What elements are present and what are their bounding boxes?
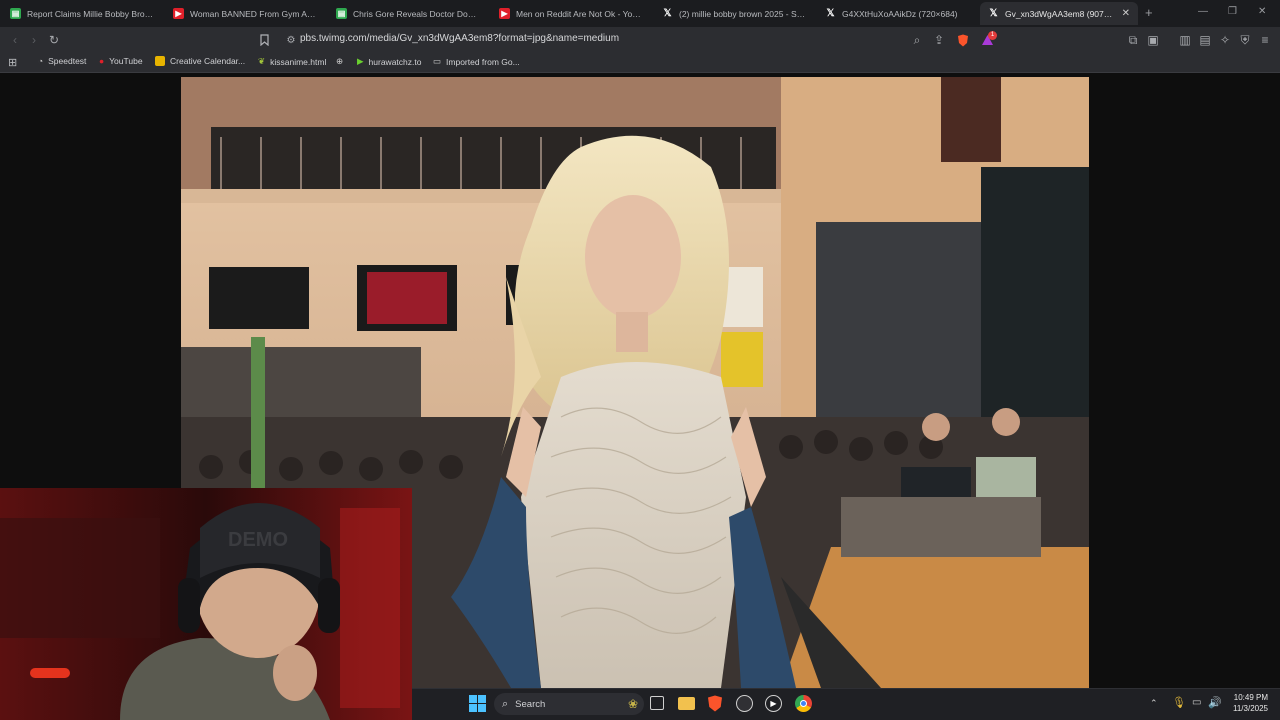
tab-report-claims[interactable]: ▤ Report Claims Millie Bobby Brown F [2, 2, 162, 25]
tab-label: Report Claims Millie Bobby Brown F [27, 8, 154, 19]
green-feed-icon: ▤ [336, 8, 347, 19]
close-window-button[interactable]: ✕ [1258, 6, 1266, 17]
bookmark-hurawatch[interactable]: ▶ hurawatchz.to [357, 56, 421, 67]
leaf-icon: ❦ [258, 56, 266, 66]
brave-shields-icon[interactable] [954, 31, 972, 49]
bookmark-speedtest[interactable]: ◔ Speedtest [38, 56, 86, 66]
close-tab-icon[interactable]: ✕ [1122, 8, 1130, 19]
share-icon[interactable]: ⇪ [930, 31, 948, 49]
maximize-button[interactable]: ❐ [1228, 6, 1237, 17]
zoom-icon[interactable]: ⌕ [908, 31, 926, 49]
x-icon: 𝕏 [989, 8, 998, 19]
sidebar-icon[interactable]: ▥ [1176, 31, 1194, 49]
reload-button[interactable]: ↻ [45, 31, 63, 49]
tab-label: Woman BANNED From Gym After C [190, 8, 317, 19]
rewards-badge: 1 [988, 31, 997, 40]
bookmark-creative-calendar[interactable]: Creative Calendar... [155, 56, 245, 66]
bookmark-youtube[interactable]: ● YouTube [99, 56, 143, 66]
back-button[interactable]: ‹ [6, 31, 24, 49]
tab-label: Men on Reddit Are Not Ok - YouTub [516, 8, 643, 19]
youtube-icon: ● [99, 56, 105, 66]
extensions-icon[interactable]: ⧉ [1124, 31, 1142, 49]
menu-icon[interactable]: ≡ [1256, 31, 1274, 49]
webcam-illustration: DEMO [0, 488, 412, 720]
hurawatch-icon: ▶ [357, 56, 364, 66]
x-icon: 𝕏 [663, 8, 672, 19]
wallet-card-icon[interactable]: ▤ [1196, 31, 1214, 49]
brave-browser-icon[interactable] [707, 695, 723, 717]
new-tab-button[interactable]: + [1145, 5, 1153, 20]
system-clock[interactable]: 10:49 PM 11/3/2025 [1226, 692, 1268, 714]
speedtest-icon: ◔ [38, 56, 44, 66]
bookmark-label: Imported from Go... [446, 56, 520, 67]
youtube-icon: ▶ [499, 8, 510, 19]
green-feed-icon: ▤ [10, 8, 21, 19]
cap-logo-text: DEMO [228, 529, 288, 551]
file-explorer-icon[interactable] [678, 697, 695, 710]
tab-label: (2) millie bobby brown 2025 - Search [679, 8, 806, 19]
tab-label: Gv_xn3dWgAA3em8 (907×907) [1005, 8, 1116, 19]
bookmark-label: Creative Calendar... [170, 56, 246, 66]
forward-button[interactable]: › [25, 31, 43, 49]
tab-strip: ▤ Report Claims Millie Bobby Brown F ▶ W… [0, 0, 1280, 27]
bookmark-imported[interactable]: ▭ Imported from Go... [433, 56, 520, 67]
tab-label: Chris Gore Reveals Doctor Doom De [353, 8, 480, 19]
browser-toolbar: ‹ › ↻ ⚙ pbs.twimg.com/media/Gv_xn3dWgAA3… [0, 27, 1280, 53]
tab-image-720[interactable]: 𝕏 G4XXtHuXoAAikDz (720×684) [817, 2, 977, 25]
task-view-icon[interactable] [650, 696, 664, 710]
webcam-overlay: DEMO [0, 488, 412, 720]
bookmark-globe[interactable]: ⊕ [336, 56, 348, 67]
x-icon: 𝕏 [826, 8, 835, 19]
bookmark-label: Speedtest [48, 56, 87, 66]
leo-ai-icon[interactable]: ✧ [1216, 31, 1234, 49]
volume-icon[interactable]: 🔊 [1208, 696, 1222, 709]
search-icon: ⌕ [502, 697, 509, 710]
wallet-icon[interactable]: ▣ [1144, 31, 1162, 49]
clock-time: 10:49 PM [1233, 693, 1268, 702]
tab-search-millie[interactable]: 𝕏 (2) millie bobby brown 2025 - Search [654, 2, 814, 25]
tab-men-on-reddit[interactable]: ▶ Men on Reddit Are Not Ok - YouTub [491, 2, 651, 25]
bookmark-label: YouTube [109, 56, 143, 66]
bookmark-kissanime[interactable]: ❦ kissanime.html [258, 56, 326, 67]
bookmarks-bar: ⊞ ◔ Speedtest ● YouTube Creative Calenda… [0, 53, 1280, 73]
network-icon[interactable]: ▭ [1192, 697, 1201, 708]
search-label: Search [515, 698, 546, 710]
bookmark-label: hurawatchz.to [368, 56, 422, 67]
globe-icon: ⊕ [336, 56, 344, 66]
tray-chevron-icon[interactable]: ⌃ [1150, 698, 1158, 709]
tab-image-907-active[interactable]: 𝕏 Gv_xn3dWgAA3em8 (907×907) ✕ [980, 2, 1138, 25]
tab-chris-gore[interactable]: ▤ Chris Gore Reveals Doctor Doom De [328, 2, 488, 25]
start-button[interactable] [469, 695, 486, 712]
clock-date: 11/3/2025 [1233, 704, 1268, 713]
obs-studio-icon[interactable] [736, 695, 753, 712]
media-player-icon[interactable]: ▶ [765, 695, 782, 712]
bookmark-label: kissanime.html [270, 56, 327, 67]
calendar-icon [155, 56, 165, 66]
chrome-icon[interactable] [795, 695, 812, 712]
microphone-icon[interactable]: 🎙 [1172, 696, 1186, 709]
site-info-icon[interactable]: ⚙ [282, 31, 300, 49]
bookmark-page-icon[interactable] [255, 31, 273, 49]
tab-label: G4XXtHuXoAAikDz (720×684) [842, 8, 958, 19]
youtube-icon: ▶ [173, 8, 184, 19]
folder-icon: ▭ [433, 56, 442, 66]
taskbar-search[interactable]: ⌕ Search ❀ [494, 693, 644, 715]
apps-grid-icon[interactable]: ⊞ [8, 56, 17, 69]
search-highlight-icon: ❀ [627, 697, 638, 711]
address-bar[interactable]: pbs.twimg.com/media/Gv_xn3dWgAA3em8?form… [300, 33, 619, 44]
vpn-shield-icon[interactable]: ⛨ [1236, 31, 1254, 49]
minimize-button[interactable]: — [1198, 6, 1208, 17]
tab-woman-banned[interactable]: ▶ Woman BANNED From Gym After C [165, 2, 325, 25]
